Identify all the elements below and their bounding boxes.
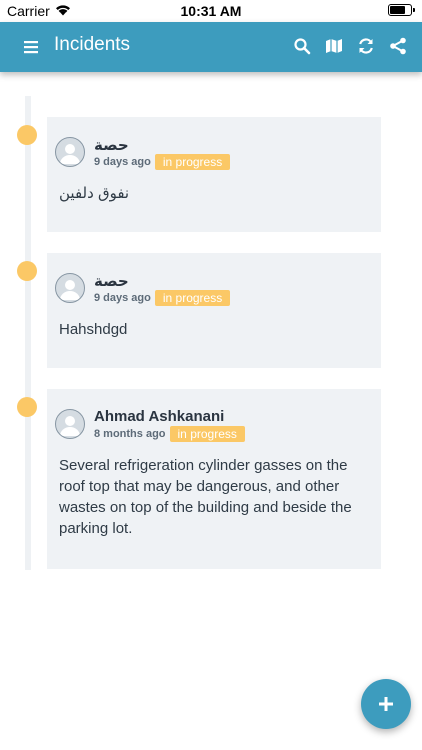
incident-time: 8 months ago xyxy=(94,428,166,440)
incident-description: Several refrigeration cylinder gasses on… xyxy=(59,457,352,537)
timeline-line xyxy=(25,96,31,570)
timeline-dot xyxy=(17,125,37,145)
status-time: 10:31 AM xyxy=(180,3,242,19)
page-title: Incidents xyxy=(54,34,131,55)
incident-time: 9 days ago xyxy=(94,292,151,304)
status-badge: in progress xyxy=(154,154,231,170)
incident-author: حصة xyxy=(94,273,129,290)
incident-card[interactable]: حصة 9 days ago in progress Hahshdgd xyxy=(47,253,381,368)
menu-icon[interactable] xyxy=(22,38,40,56)
incident-description: Hahshdgd xyxy=(59,321,128,338)
avatar-icon xyxy=(55,137,85,167)
incident-card[interactable]: Ahmad Ashkanani 8 months ago in progress… xyxy=(47,389,381,569)
plus-icon xyxy=(379,697,393,711)
add-incident-button[interactable] xyxy=(361,679,411,729)
app-bar: Incidents xyxy=(0,22,422,72)
search-icon[interactable] xyxy=(292,36,312,56)
timeline-dot xyxy=(17,261,37,281)
share-icon[interactable] xyxy=(388,36,408,56)
status-badge: in progress xyxy=(154,290,231,306)
status-bar: Carrier 10:31 AM xyxy=(0,0,422,22)
incident-card[interactable]: حصة 9 days ago in progress نفوق دلفين xyxy=(47,117,381,232)
incident-author: Ahmad Ashkanani xyxy=(94,408,225,425)
timeline-dot xyxy=(17,397,37,417)
incident-author: حصة xyxy=(94,137,129,154)
refresh-icon[interactable] xyxy=(356,36,376,56)
map-icon[interactable] xyxy=(324,36,344,56)
incident-time: 9 days ago xyxy=(94,156,151,168)
avatar-icon xyxy=(55,273,85,303)
status-badge: in progress xyxy=(169,426,245,442)
avatar-icon xyxy=(55,409,85,439)
incident-description: نفوق دلفين xyxy=(59,185,130,202)
battery-icon xyxy=(388,4,415,16)
